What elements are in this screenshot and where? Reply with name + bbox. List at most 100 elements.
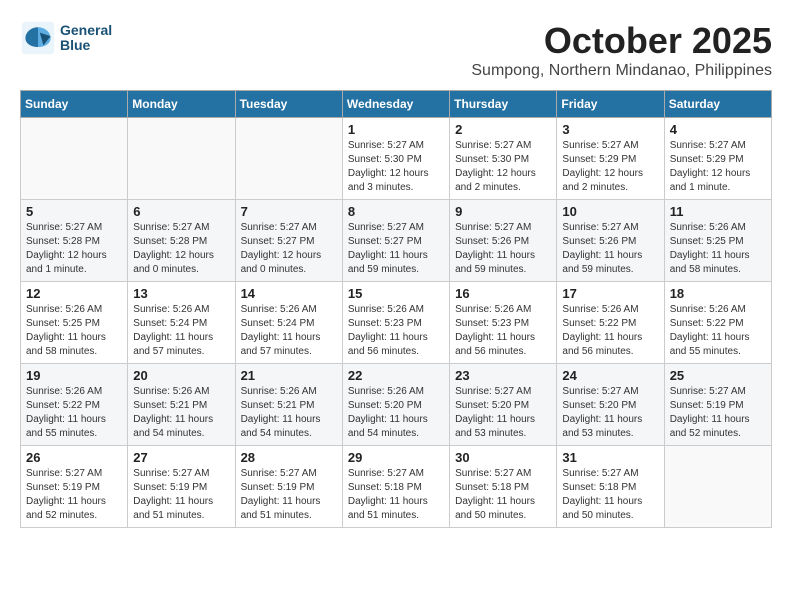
calendar-week-row: 5 Sunrise: 5:27 AM Sunset: 5:28 PM Daylig… <box>21 200 772 282</box>
day-info: Sunrise: 5:27 AM Sunset: 5:26 PM Dayligh… <box>455 221 551 277</box>
day-info: Sunrise: 5:27 AM Sunset: 5:18 PM Dayligh… <box>562 467 658 523</box>
day-info: Sunrise: 5:27 AM Sunset: 5:27 PM Dayligh… <box>348 221 444 277</box>
weekday-header: Tuesday <box>235 91 342 118</box>
calendar-cell: 2Sunrise: 5:27 AM Sunset: 5:30 PM Daylig… <box>450 118 557 200</box>
weekday-header: Wednesday <box>342 91 449 118</box>
day-info: Sunrise: 5:27 AM Sunset: 5:26 PM Dayligh… <box>562 221 658 277</box>
day-info: Sunrise: 5:26 AM Sunset: 5:25 PM Dayligh… <box>670 221 766 277</box>
calendar-cell: 13 Sunrise: 5:26 AM Sunset: 5:24 PM Dayli… <box>128 282 235 364</box>
day-info: Sunrise: 5:26 AM Sunset: 5:23 PM Dayligh… <box>455 303 551 359</box>
calendar-cell: 4 Sunrise: 5:27 AM Sunset: 5:29 PM Daylig… <box>664 118 771 200</box>
day-number: 31 <box>562 450 658 465</box>
weekday-header-row: SundayMondayTuesdayWednesdayThursdayFrid… <box>21 91 772 118</box>
weekday-header: Friday <box>557 91 664 118</box>
calendar-cell: 20Sunrise: 5:26 AM Sunset: 5:21 PM Dayli… <box>128 364 235 446</box>
day-number: 24 <box>562 368 658 383</box>
calendar-cell: 21Sunrise: 5:26 AM Sunset: 5:21 PM Dayli… <box>235 364 342 446</box>
calendar-cell: 12 Sunrise: 5:26 AM Sunset: 5:25 PM Dayli… <box>21 282 128 364</box>
day-number: 3 <box>562 122 658 137</box>
day-number: 28 <box>241 450 337 465</box>
day-number: 20 <box>133 368 229 383</box>
calendar-cell: 14 Sunrise: 5:26 AM Sunset: 5:24 PM Dayli… <box>235 282 342 364</box>
day-info: Sunrise: 5:27 AM Sunset: 5:28 PM Dayligh… <box>26 221 122 277</box>
calendar-cell: 17 Sunrise: 5:26 AM Sunset: 5:22 PM Dayli… <box>557 282 664 364</box>
calendar-cell: 25 Sunrise: 5:27 AM Sunset: 5:19 PM Dayli… <box>664 364 771 446</box>
day-number: 27 <box>133 450 229 465</box>
weekday-header: Thursday <box>450 91 557 118</box>
day-number: 21 <box>241 368 337 383</box>
day-number: 9 <box>455 204 551 219</box>
day-number: 5 <box>26 204 122 219</box>
day-number: 23 <box>455 368 551 383</box>
calendar-week-row: 26 Sunrise: 5:27 AM Sunset: 5:19 PM Dayli… <box>21 446 772 528</box>
day-number: 13 <box>133 286 229 301</box>
calendar-week-row: 19Sunrise: 5:26 AM Sunset: 5:22 PM Dayli… <box>21 364 772 446</box>
page-header: General Blue October 2025 Sumpong, North… <box>20 20 772 80</box>
calendar-cell: 28 Sunrise: 5:27 AM Sunset: 5:19 PM Dayli… <box>235 446 342 528</box>
calendar-cell <box>128 118 235 200</box>
calendar-week-row: 1Sunrise: 5:27 AM Sunset: 5:30 PM Daylig… <box>21 118 772 200</box>
day-info: Sunrise: 5:27 AM Sunset: 5:19 PM Dayligh… <box>241 467 337 523</box>
day-number: 18 <box>670 286 766 301</box>
title-block: October 2025 Sumpong, Northern Mindanao,… <box>471 20 772 80</box>
calendar-cell: 27 Sunrise: 5:27 AM Sunset: 5:19 PM Dayli… <box>128 446 235 528</box>
day-number: 15 <box>348 286 444 301</box>
day-info: Sunrise: 5:27 AM Sunset: 5:29 PM Dayligh… <box>670 139 766 195</box>
day-number: 14 <box>241 286 337 301</box>
logo-line1: General <box>60 23 112 38</box>
day-number: 4 <box>670 122 766 137</box>
calendar-cell: 3 Sunrise: 5:27 AM Sunset: 5:29 PM Daylig… <box>557 118 664 200</box>
calendar-cell <box>664 446 771 528</box>
calendar-cell: 16 Sunrise: 5:26 AM Sunset: 5:23 PM Dayli… <box>450 282 557 364</box>
day-info: Sunrise: 5:27 AM Sunset: 5:28 PM Dayligh… <box>133 221 229 277</box>
day-number: 12 <box>26 286 122 301</box>
day-info: Sunrise: 5:27 AM Sunset: 5:20 PM Dayligh… <box>455 385 551 441</box>
day-info: Sunrise: 5:27 AM Sunset: 5:19 PM Dayligh… <box>133 467 229 523</box>
logo-icon <box>20 20 56 56</box>
calendar-cell: 30 Sunrise: 5:27 AM Sunset: 5:18 PM Dayli… <box>450 446 557 528</box>
day-info: Sunrise: 5:26 AM Sunset: 5:25 PM Dayligh… <box>26 303 122 359</box>
day-number: 26 <box>26 450 122 465</box>
day-info: Sunrise: 5:27 AM Sunset: 5:20 PM Dayligh… <box>562 385 658 441</box>
calendar-table: SundayMondayTuesdayWednesdayThursdayFrid… <box>20 90 772 528</box>
day-number: 8 <box>348 204 444 219</box>
day-info: Sunrise: 5:26 AM Sunset: 5:24 PM Dayligh… <box>241 303 337 359</box>
day-number: 25 <box>670 368 766 383</box>
day-number: 17 <box>562 286 658 301</box>
calendar-cell: 11Sunrise: 5:26 AM Sunset: 5:25 PM Dayli… <box>664 200 771 282</box>
logo-text: General Blue <box>60 23 112 54</box>
day-number: 16 <box>455 286 551 301</box>
day-info: Sunrise: 5:26 AM Sunset: 5:24 PM Dayligh… <box>133 303 229 359</box>
calendar-cell: 22 Sunrise: 5:26 AM Sunset: 5:20 PM Dayli… <box>342 364 449 446</box>
day-number: 22 <box>348 368 444 383</box>
location-title: Sumpong, Northern Mindanao, Philippines <box>471 62 772 80</box>
day-info: Sunrise: 5:26 AM Sunset: 5:22 PM Dayligh… <box>670 303 766 359</box>
calendar-cell: 29Sunrise: 5:27 AM Sunset: 5:18 PM Dayli… <box>342 446 449 528</box>
weekday-header: Saturday <box>664 91 771 118</box>
calendar-cell <box>235 118 342 200</box>
calendar-cell: 8 Sunrise: 5:27 AM Sunset: 5:27 PM Daylig… <box>342 200 449 282</box>
logo-line2: Blue <box>60 38 112 53</box>
day-info: Sunrise: 5:27 AM Sunset: 5:19 PM Dayligh… <box>670 385 766 441</box>
day-info: Sunrise: 5:26 AM Sunset: 5:23 PM Dayligh… <box>348 303 444 359</box>
calendar-cell: 31 Sunrise: 5:27 AM Sunset: 5:18 PM Dayli… <box>557 446 664 528</box>
day-info: Sunrise: 5:26 AM Sunset: 5:22 PM Dayligh… <box>562 303 658 359</box>
day-number: 30 <box>455 450 551 465</box>
calendar-cell: 9 Sunrise: 5:27 AM Sunset: 5:26 PM Daylig… <box>450 200 557 282</box>
month-title: October 2025 <box>471 20 772 62</box>
day-number: 7 <box>241 204 337 219</box>
calendar-cell: 10 Sunrise: 5:27 AM Sunset: 5:26 PM Dayli… <box>557 200 664 282</box>
calendar-cell: 24 Sunrise: 5:27 AM Sunset: 5:20 PM Dayli… <box>557 364 664 446</box>
day-info: Sunrise: 5:27 AM Sunset: 5:19 PM Dayligh… <box>26 467 122 523</box>
calendar-cell: 5 Sunrise: 5:27 AM Sunset: 5:28 PM Daylig… <box>21 200 128 282</box>
weekday-header: Sunday <box>21 91 128 118</box>
day-info: Sunrise: 5:26 AM Sunset: 5:20 PM Dayligh… <box>348 385 444 441</box>
calendar-cell: 6Sunrise: 5:27 AM Sunset: 5:28 PM Daylig… <box>128 200 235 282</box>
calendar-cell <box>21 118 128 200</box>
day-info: Sunrise: 5:27 AM Sunset: 5:30 PM Dayligh… <box>348 139 444 195</box>
calendar-week-row: 12 Sunrise: 5:26 AM Sunset: 5:25 PM Dayli… <box>21 282 772 364</box>
day-info: Sunrise: 5:27 AM Sunset: 5:29 PM Dayligh… <box>562 139 658 195</box>
day-info: Sunrise: 5:27 AM Sunset: 5:18 PM Dayligh… <box>455 467 551 523</box>
day-number: 10 <box>562 204 658 219</box>
weekday-header: Monday <box>128 91 235 118</box>
